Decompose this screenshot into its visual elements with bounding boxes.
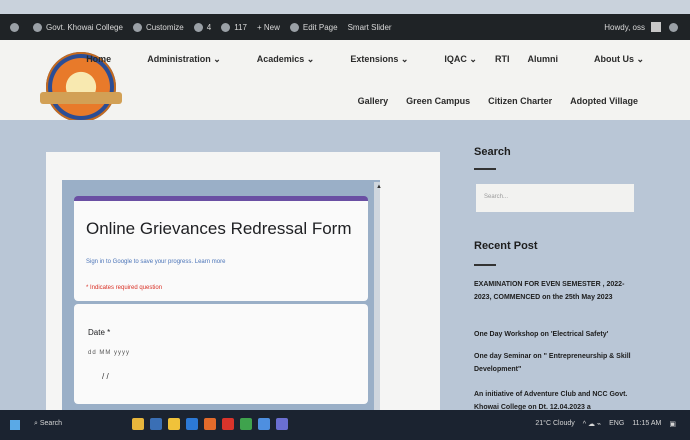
- notification-icon[interactable]: ▣: [669, 420, 676, 428]
- form-header-card: Online Grievances Redressal Form Sign in…: [74, 196, 368, 301]
- taskbar-apps: [132, 418, 294, 430]
- language-indicator[interactable]: ENG: [609, 420, 624, 428]
- search-icon[interactable]: [669, 22, 678, 32]
- nav-iqac[interactable]: IQAC ⌄: [426, 54, 477, 65]
- required-note: * Indicates required question: [86, 285, 163, 291]
- task-view-icon[interactable]: [150, 418, 162, 430]
- admin-new[interactable]: + New: [257, 23, 280, 32]
- nav-gallery[interactable]: Gallery: [358, 96, 389, 106]
- search-placeholder: Search...: [484, 194, 509, 200]
- recent-post-link[interactable]: EXAMINATION FOR EVEN SEMESTER , 2022-202…: [474, 278, 634, 304]
- nav-green-campus[interactable]: Green Campus: [406, 96, 470, 106]
- site-header: Home Administration ⌄ Academics ⌄ Extens…: [0, 40, 690, 122]
- nav-home[interactable]: Home: [86, 54, 111, 65]
- admin-updates[interactable]: 117: [221, 22, 247, 32]
- wordpress-logo-icon[interactable]: [10, 22, 23, 32]
- form-title: Online Grievances Redressal Form: [86, 219, 352, 238]
- date-question-card: Date * dd MM yyyy / /: [74, 304, 368, 404]
- search-input[interactable]: Search...: [476, 184, 634, 212]
- store-icon[interactable]: [186, 418, 198, 430]
- nav-administration[interactable]: Administration ⌄: [129, 54, 221, 65]
- admin-site-name[interactable]: Govt. Khowai College: [33, 22, 123, 32]
- admin-bar: Govt. Khowai College Customize 4 117 + N…: [0, 14, 690, 40]
- tray-icons[interactable]: ^ ☁ ⌁: [583, 420, 601, 428]
- search-widget-title: Search: [474, 146, 511, 158]
- signin-link[interactable]: Sign in to Google to save your progress.…: [86, 259, 225, 265]
- admin-howdy[interactable]: Howdy, oss: [604, 23, 645, 32]
- form-scrollbar[interactable]: [374, 182, 380, 410]
- office-icon[interactable]: [204, 418, 216, 430]
- nav-citizen-charter[interactable]: Citizen Charter: [488, 96, 552, 106]
- recent-post-title: Recent Post: [474, 240, 538, 252]
- mail-icon[interactable]: [258, 418, 270, 430]
- clock[interactable]: 11:15 AM: [632, 420, 661, 428]
- comment-icon: [193, 22, 203, 32]
- date-label: Date *: [88, 328, 111, 337]
- admin-smart-slider[interactable]: Smart Slider: [348, 23, 392, 32]
- windows-start-icon[interactable]: [10, 420, 20, 430]
- nav-alumni[interactable]: Alumni: [527, 54, 558, 65]
- file-explorer-icon[interactable]: [168, 418, 180, 430]
- nav-academics[interactable]: Academics ⌄: [239, 54, 315, 65]
- recent-post-link[interactable]: One day Seminar on " Entrepreneurship & …: [474, 350, 634, 376]
- logo-ribbon: [40, 92, 122, 104]
- recent-title-underline: [474, 264, 496, 266]
- main-nav-row2: Gallery Green Campus Citizen Charter Ado…: [340, 96, 638, 106]
- date-input[interactable]: dd MM yyyy: [88, 350, 130, 356]
- brush-icon: [132, 22, 142, 32]
- date-separators: / /: [102, 372, 109, 381]
- nav-extensions[interactable]: Extensions ⌄: [332, 54, 408, 65]
- nav-adopted-village[interactable]: Adopted Village: [570, 96, 638, 106]
- admin-customize[interactable]: Customize: [132, 22, 184, 32]
- nav-rti[interactable]: RTI: [495, 54, 510, 65]
- recent-post-link[interactable]: An initiative of Adventure Club and NCC …: [474, 388, 634, 410]
- weather-status[interactable]: 21°C Cloudy: [535, 420, 574, 428]
- main-nav-row1: Home Administration ⌄ Academics ⌄ Extens…: [68, 54, 644, 65]
- windows-taskbar: ⌕ Search 21°C Cloudy ^ ☁ ⌁ ENG 11:15 AM …: [0, 410, 690, 440]
- admin-comments[interactable]: 4: [193, 22, 211, 32]
- app-icon[interactable]: [276, 418, 288, 430]
- recent-post-link[interactable]: One Day Workshop on 'Electrical Safety': [474, 328, 634, 341]
- nav-about-us[interactable]: About Us ⌄: [576, 54, 644, 65]
- taskbar-search[interactable]: ⌕ Search: [34, 420, 62, 428]
- admin-edit-page[interactable]: Edit Page: [289, 22, 338, 32]
- avatar[interactable]: [651, 22, 661, 32]
- weather-app-icon[interactable]: [132, 418, 144, 430]
- scroll-up-icon[interactable]: ▲: [376, 184, 382, 190]
- chrome-icon[interactable]: [222, 418, 234, 430]
- system-tray: 21°C Cloudy ^ ☁ ⌁ ENG 11:15 AM ▣: [527, 420, 676, 428]
- update-icon: [221, 22, 231, 32]
- search-title-underline: [474, 168, 496, 170]
- home-icon: [33, 22, 42, 32]
- pencil-icon: [289, 22, 299, 32]
- edge-icon[interactable]: [240, 418, 252, 430]
